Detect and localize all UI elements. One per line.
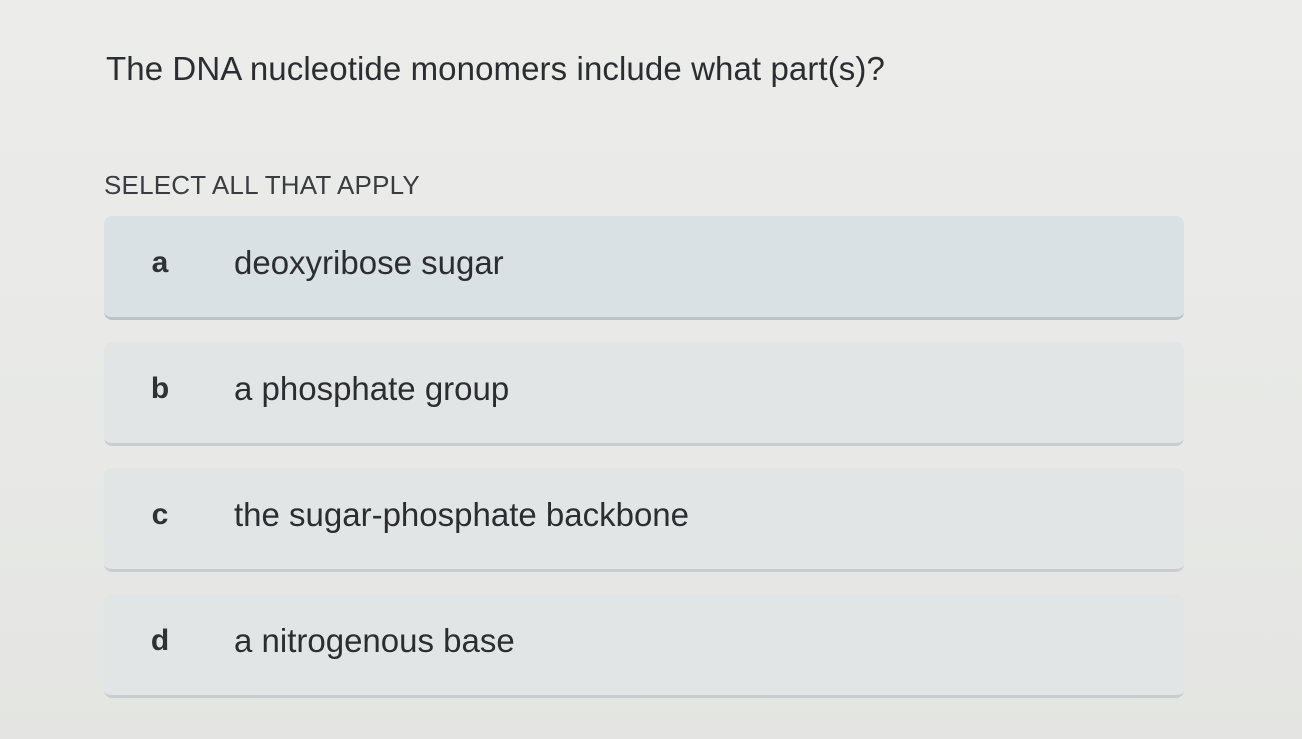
answer-options: a deoxyribose sugar b a phosphate group … xyxy=(104,216,1184,720)
option-b[interactable]: b a phosphate group xyxy=(104,342,1184,446)
instruction-label: SELECT ALL THAT APPLY xyxy=(104,170,420,200)
option-d[interactable]: d a nitrogenous base xyxy=(104,594,1184,698)
option-a[interactable]: a deoxyribose sugar xyxy=(104,216,1184,320)
option-text: deoxyribose sugar xyxy=(234,244,504,281)
option-letter: d xyxy=(150,624,170,657)
option-letter: b xyxy=(150,372,170,405)
option-text: a nitrogenous base xyxy=(234,622,515,659)
option-text: the sugar-phosphate backbone xyxy=(234,496,690,533)
option-letter: a xyxy=(151,246,169,279)
question-text: The DNA nucleotide monomers include what… xyxy=(106,50,885,87)
option-c[interactable]: c the sugar-phosphate backbone xyxy=(104,468,1184,572)
option-text: a phosphate group xyxy=(234,370,510,407)
question-page: The DNA nucleotide monomers include what… xyxy=(0,0,1302,739)
option-letter: c xyxy=(151,498,169,531)
